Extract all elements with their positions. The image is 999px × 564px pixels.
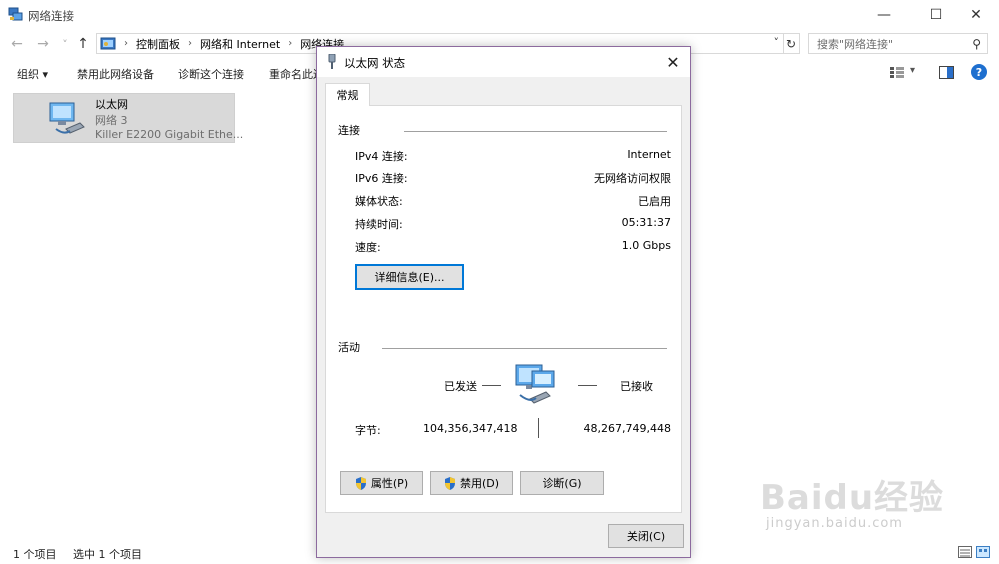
refresh-button[interactable]: ↻ xyxy=(783,33,800,54)
duration-label: 持续时间: xyxy=(355,218,403,231)
minimize-button[interactable]: — xyxy=(861,0,907,30)
adapter-device: Killer E2200 Gigabit Ethe... xyxy=(95,128,244,141)
preview-pane-icon[interactable] xyxy=(939,66,954,79)
duration-value: 05:31:37 xyxy=(621,216,671,229)
forward-button[interactable]: → xyxy=(32,34,54,54)
bytes-divider xyxy=(538,418,539,438)
dialog-close-icon[interactable]: ✕ xyxy=(662,51,684,73)
ipv4-label: IPv4 连接: xyxy=(355,150,408,163)
change-view-icon[interactable] xyxy=(890,66,904,79)
uac-shield-icon xyxy=(444,476,455,490)
watermark: Baidu经验 jingyan.baidu.com xyxy=(760,460,980,550)
media-state-label: 媒体状态: xyxy=(355,195,403,208)
close-button[interactable]: 关闭(C) xyxy=(608,524,684,548)
adapter-network: 网络 3 xyxy=(95,114,128,127)
watermark-url: jingyan.baidu.com xyxy=(766,516,903,531)
received-dash xyxy=(578,385,597,386)
bytes-received-value: 48,267,749,448 xyxy=(583,422,671,435)
activity-header: 活动 xyxy=(338,341,360,354)
watermark-brand: Baidu经验 xyxy=(760,478,945,518)
diagnose-connection-button[interactable]: 诊断这个连接 xyxy=(178,66,244,82)
ethernet-status-dialog: 以太网 状态 ✕ 常规 连接 IPv4 连接: Internet IPv6 连接… xyxy=(316,46,691,558)
search-input[interactable]: 搜索"网络连接" ⚲ xyxy=(808,33,988,54)
breadcrumb-separator: › xyxy=(288,38,293,49)
sent-label: 已发送 xyxy=(444,380,477,393)
search-icon[interactable]: ⚲ xyxy=(972,37,981,51)
network-adapter-item[interactable]: 以太网 网络 3 Killer E2200 Gigabit Ethe... xyxy=(13,93,243,143)
breadcrumb-network-internet[interactable]: 网络和 Internet xyxy=(200,36,280,52)
help-icon[interactable]: ? xyxy=(971,64,987,80)
breadcrumb-control-panel[interactable]: 控制面板 xyxy=(136,36,180,52)
received-label: 已接收 xyxy=(620,380,653,393)
properties-button[interactable]: 属性(P) xyxy=(340,471,423,495)
item-count: 1 个项目 xyxy=(13,548,57,561)
diagnose-button[interactable]: 诊断(G) xyxy=(520,471,604,495)
disable-label: 禁用(D) xyxy=(459,477,500,490)
ipv6-label: IPv6 连接: xyxy=(355,172,408,185)
bytes-label: 字节: xyxy=(355,424,381,437)
connection-header: 连接 xyxy=(338,124,360,137)
speed-label: 速度: xyxy=(355,241,381,254)
dialog-title: 以太网 状态 xyxy=(344,56,406,70)
activity-divider xyxy=(382,348,667,349)
ipv4-value: Internet xyxy=(627,148,671,161)
speed-value: 1.0 Gbps xyxy=(621,239,671,252)
organize-menu[interactable]: 组织 ▾ xyxy=(17,66,48,82)
details-button[interactable]: 详细信息(E)... xyxy=(355,264,464,290)
network-connections-icon xyxy=(8,7,23,21)
up-button[interactable]: ↑ xyxy=(72,34,94,54)
ethernet-adapter-icon xyxy=(49,102,85,134)
explorer-titlebar: 网络连接 — ☐ ✕ xyxy=(0,0,999,30)
close-window-button[interactable]: ✕ xyxy=(953,0,999,30)
ethernet-plug-icon xyxy=(328,54,336,69)
bytes-sent-value: 104,356,347,418 xyxy=(423,422,518,435)
sent-dash xyxy=(482,385,501,386)
connection-divider xyxy=(404,131,667,132)
breadcrumb-separator: › xyxy=(188,38,192,49)
media-state-value: 已启用 xyxy=(638,195,671,208)
back-button[interactable]: ← xyxy=(6,34,28,54)
general-tab-panel: 连接 IPv4 连接: Internet IPv6 连接: 无网络访问权限 媒体… xyxy=(325,105,682,513)
ipv6-value: 无网络访问权限 xyxy=(594,172,671,185)
view-options-dropdown[interactable]: ▾ xyxy=(910,65,915,76)
adapter-name: 以太网 xyxy=(95,98,128,111)
address-dropdown-icon[interactable]: ˅ xyxy=(774,36,780,49)
selected-count: 选中 1 个项目 xyxy=(73,548,142,561)
search-placeholder: 搜索"网络连接" xyxy=(817,37,894,51)
network-activity-icon xyxy=(515,364,555,404)
uac-shield-icon xyxy=(355,476,366,490)
disable-device-button[interactable]: 禁用此网络设备 xyxy=(77,66,154,82)
tab-general[interactable]: 常规 xyxy=(325,83,370,106)
breadcrumb-separator: › xyxy=(124,38,128,49)
window-title: 网络连接 xyxy=(28,9,74,23)
control-panel-icon xyxy=(100,37,116,49)
properties-label: 属性(P) xyxy=(370,477,409,490)
disable-button[interactable]: 禁用(D) xyxy=(430,471,513,495)
dialog-titlebar: 以太网 状态 ✕ xyxy=(317,47,690,77)
